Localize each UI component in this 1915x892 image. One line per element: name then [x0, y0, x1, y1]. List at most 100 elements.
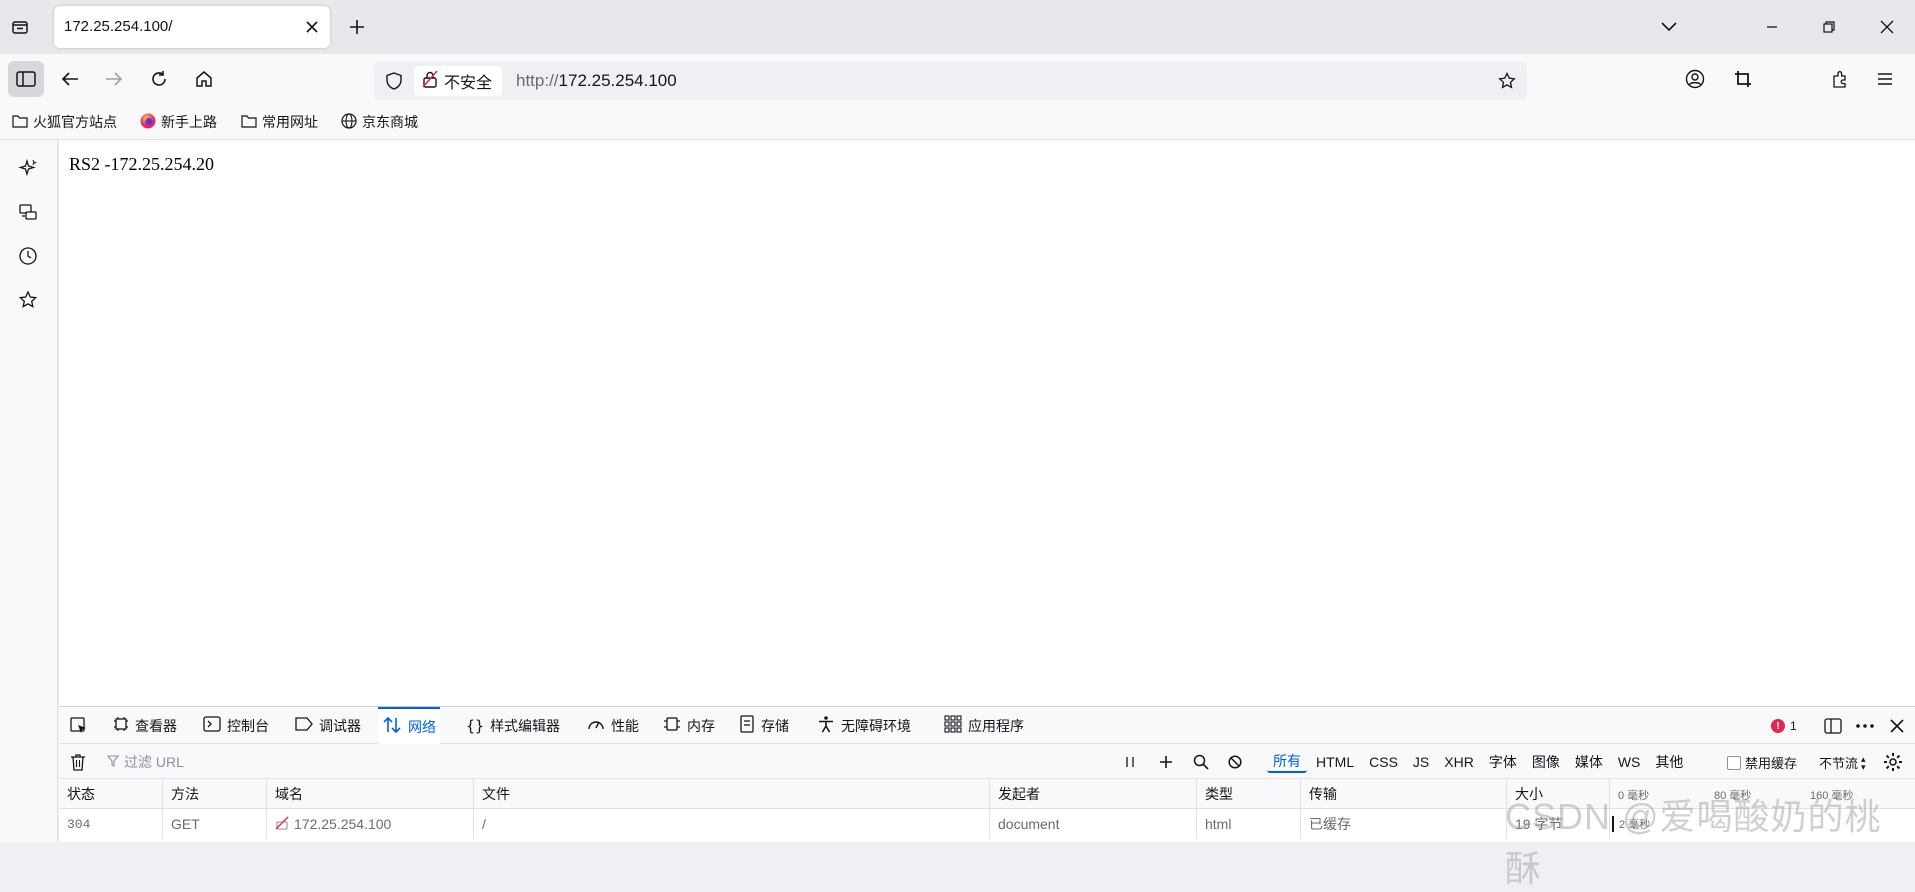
tab-console[interactable]: 控制台: [199, 707, 273, 744]
cell-method: GET: [163, 809, 267, 839]
extensions-icon[interactable]: [1825, 64, 1855, 94]
bookmark-item[interactable]: 京东商城: [341, 111, 418, 133]
filter-ws[interactable]: WS: [1612, 751, 1647, 773]
sidebar-toggle-icon[interactable]: [8, 61, 44, 97]
settings-gear-icon[interactable]: [1882, 751, 1904, 773]
trash-icon[interactable]: [67, 751, 89, 773]
tab-accessibility[interactable]: 无障碍环境: [813, 707, 915, 744]
column-status[interactable]: 状态: [59, 779, 163, 809]
more-options-icon[interactable]: [1853, 715, 1877, 737]
security-label: 不安全: [444, 75, 493, 92]
pause-icon[interactable]: [1119, 751, 1141, 773]
filter-all[interactable]: 所有: [1267, 751, 1307, 773]
url-text[interactable]: http://172.25.254.100: [516, 71, 677, 91]
tracking-shield-icon[interactable]: [382, 69, 406, 93]
performance-icon: [587, 716, 605, 735]
tab-label: 应用程序: [968, 717, 1024, 734]
column-type[interactable]: 类型: [1197, 779, 1301, 809]
folder-icon: [241, 114, 257, 131]
tab-application[interactable]: 应用程序: [940, 707, 1028, 744]
filter-html[interactable]: HTML: [1310, 751, 1360, 773]
back-arrow-icon[interactable]: [55, 64, 85, 94]
close-window-icon[interactable]: [1872, 12, 1902, 42]
minimize-icon[interactable]: [1757, 12, 1787, 42]
tab-performance[interactable]: 性能: [583, 707, 643, 744]
url-protocol: http://: [516, 71, 559, 90]
close-devtools-icon[interactable]: [1886, 715, 1908, 737]
address-bar[interactable]: 不安全 http://172.25.254.100: [374, 62, 1527, 100]
tab-strip: 172.25.254.100/: [0, 0, 1915, 54]
column-transferred[interactable]: 传输: [1301, 779, 1507, 809]
bookmark-item[interactable]: 火狐官方站点: [12, 111, 117, 133]
history-clock-icon[interactable]: [14, 242, 42, 270]
browser-tab[interactable]: 172.25.254.100/: [54, 6, 330, 48]
column-method[interactable]: 方法: [163, 779, 267, 809]
add-request-icon[interactable]: [1155, 751, 1177, 773]
tab-overflow-chevron-icon[interactable]: [1654, 12, 1684, 42]
filter-css[interactable]: CSS: [1363, 751, 1404, 773]
bookmarks-star-icon[interactable]: [14, 286, 42, 314]
filter-images[interactable]: 图像: [1526, 751, 1566, 773]
screenshot-crop-icon[interactable]: [1728, 64, 1758, 94]
ai-chatbot-icon[interactable]: [14, 154, 42, 182]
synced-tabs-icon[interactable]: [14, 198, 42, 226]
accessibility-icon: [817, 715, 835, 736]
console-icon: [203, 716, 221, 735]
tab-label: 内存: [687, 717, 715, 734]
error-count-badge[interactable]: ! 1: [1771, 715, 1797, 737]
connection-security-indicator[interactable]: 不安全: [414, 66, 503, 96]
browser-sidebar: [0, 140, 58, 842]
filter-js[interactable]: JS: [1407, 751, 1435, 773]
forward-arrow-icon[interactable]: [99, 64, 129, 94]
bookmark-item[interactable]: 常用网址: [241, 111, 318, 133]
tab-style-editor[interactable]: {} 样式编辑器: [462, 707, 564, 744]
element-picker-icon[interactable]: [65, 707, 93, 744]
column-initiator[interactable]: 发起者: [990, 779, 1197, 809]
bookmark-item[interactable]: 新手上路: [140, 111, 217, 133]
filter-fonts[interactable]: 字体: [1483, 751, 1523, 773]
column-domain[interactable]: 域名: [267, 779, 474, 809]
hamburger-menu-icon[interactable]: [1870, 64, 1900, 94]
url-host: 172.25.254.100: [558, 71, 677, 90]
bookmark-label: 新手上路: [161, 114, 217, 130]
error-count: 1: [1790, 719, 1797, 733]
storage-icon: [739, 715, 755, 736]
throttle-select[interactable]: 不节流 ▴ ▾: [1819, 753, 1866, 772]
reload-icon[interactable]: [144, 64, 174, 94]
bookmark-star-icon[interactable]: [1495, 69, 1519, 93]
tab-label: 性能: [611, 717, 639, 734]
filter-other[interactable]: 其他: [1649, 751, 1689, 773]
tab-inspector[interactable]: 查看器: [109, 707, 181, 744]
tab-label: 网络: [408, 718, 436, 735]
search-icon[interactable]: [1190, 751, 1212, 773]
bookmark-label: 京东商城: [362, 114, 418, 130]
tab-list-icon[interactable]: [6, 13, 34, 41]
navigation-toolbar: 不安全 http://172.25.254.100: [0, 54, 1915, 104]
cell-initiator: document: [990, 809, 1197, 839]
tab-close-icon[interactable]: [302, 17, 322, 37]
tab-storage[interactable]: 存储: [735, 707, 793, 744]
memory-icon: [663, 715, 681, 736]
block-icon[interactable]: [1224, 751, 1246, 773]
dock-side-icon[interactable]: [1822, 715, 1844, 737]
tab-debugger[interactable]: 调试器: [291, 707, 365, 744]
cell-domain: 172.25.254.100: [267, 809, 474, 839]
checkbox[interactable]: [1727, 755, 1741, 770]
cell-status: 304: [59, 809, 163, 839]
new-tab-icon[interactable]: [344, 14, 370, 40]
tab-label: 查看器: [135, 717, 177, 734]
filter-xhr[interactable]: XHR: [1438, 751, 1480, 773]
filter-url-input[interactable]: 过滤 URL: [106, 752, 184, 772]
restore-icon[interactable]: [1814, 12, 1844, 42]
select-arrows-icon: ▴ ▾: [1861, 753, 1866, 772]
column-file[interactable]: 文件: [474, 779, 990, 809]
bookmarks-toolbar: 火狐官方站点 新手上路 常用网址 京东商城: [0, 104, 1915, 140]
tab-label: 控制台: [227, 717, 269, 734]
filter-media[interactable]: 媒体: [1569, 751, 1609, 773]
account-icon[interactable]: [1680, 64, 1710, 94]
tab-network[interactable]: 网络: [378, 707, 440, 744]
home-icon[interactable]: [189, 64, 219, 94]
disable-cache-checkbox[interactable]: 禁用缓存: [1727, 753, 1797, 772]
error-icon: !: [1771, 719, 1785, 733]
tab-memory[interactable]: 内存: [659, 707, 719, 744]
